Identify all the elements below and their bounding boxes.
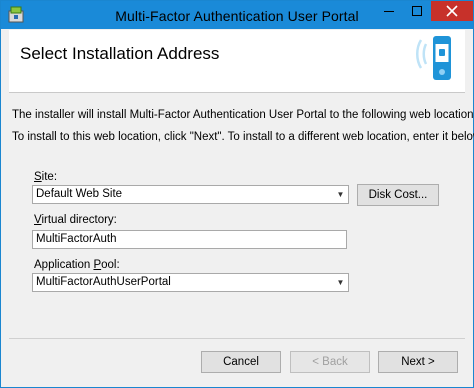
installer-window: Multi-Factor Authentication User Portal … (0, 0, 474, 388)
maximize-button[interactable] (403, 1, 431, 21)
close-button[interactable] (431, 1, 473, 21)
virtual-directory-input[interactable]: MultiFactorAuth (32, 230, 347, 249)
maximize-icon (412, 6, 422, 16)
disk-cost-button[interactable]: Disk Cost... (357, 184, 439, 206)
close-icon (446, 5, 458, 17)
instructions-text: To install to this web location, click "… (12, 131, 474, 143)
page-title: Select Installation Address (20, 44, 220, 63)
app-pool-label: Application Pool: (34, 259, 120, 271)
app-pool-dropdown[interactable]: MultiFactorAuthUserPortal ▼ (32, 273, 349, 292)
intro-text: The installer will install Multi-Factor … (12, 109, 474, 121)
site-value: Default Web Site (36, 188, 123, 200)
next-button[interactable]: Next > (378, 351, 458, 373)
virtual-directory-label: Virtual directory: (34, 214, 117, 226)
cancel-button[interactable]: Cancel (201, 351, 281, 373)
app-pool-value: MultiFactorAuthUserPortal (36, 276, 171, 288)
dropdown-arrow-icon: ▼ (336, 190, 345, 199)
back-button[interactable]: < Back (290, 351, 370, 373)
wizard-body: The installer will install Multi-Factor … (9, 93, 474, 338)
site-label: Site: (34, 171, 58, 183)
wizard-header: Select Installation Address (9, 30, 465, 93)
dropdown-arrow-icon: ▼ (336, 278, 345, 287)
site-dropdown[interactable]: Default Web Site ▼ (32, 185, 349, 204)
minimize-icon (384, 11, 394, 12)
phone-logo-icon (416, 36, 451, 80)
minimize-button[interactable] (375, 1, 403, 21)
wizard-footer: Cancel < Back Next > (9, 338, 465, 382)
title-bar[interactable]: Multi-Factor Authentication User Portal (1, 1, 473, 29)
